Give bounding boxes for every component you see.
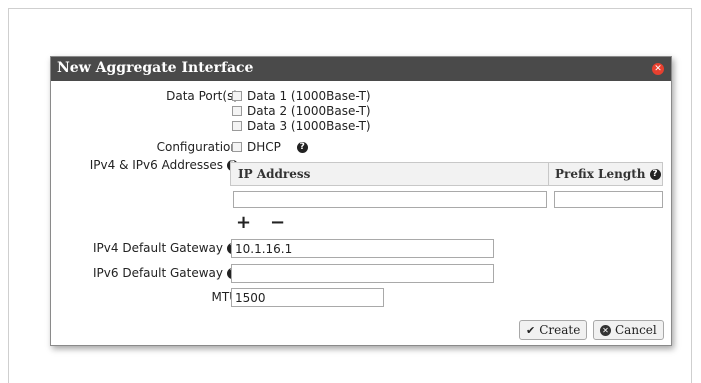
ipv6-gateway-label: IPv6 Default Gateway? bbox=[93, 266, 238, 280]
dhcp-option[interactable]: DHCP ? bbox=[232, 140, 308, 154]
close-icon[interactable]: ✕ bbox=[652, 63, 664, 75]
data-port-2-label: Data 2 (1000Base-T) bbox=[247, 104, 371, 118]
data-port-1-checkbox[interactable] bbox=[232, 91, 242, 101]
cancel-circle-icon: ✕ bbox=[600, 325, 611, 336]
ipv6-gateway-input[interactable] bbox=[231, 264, 494, 283]
data-port-3-label: Data 3 (1000Base-T) bbox=[247, 119, 371, 133]
ipv4-gateway-label: IPv4 Default Gateway? bbox=[93, 241, 238, 255]
ipv4-gateway-input[interactable] bbox=[231, 239, 494, 258]
dhcp-label: DHCP bbox=[247, 140, 281, 154]
cancel-button-label: Cancel bbox=[615, 323, 657, 337]
create-button-label: Create bbox=[539, 323, 581, 337]
prefix-length-header-text: Prefix Length bbox=[555, 167, 646, 181]
add-address-icon[interactable]: + bbox=[236, 214, 251, 232]
dhcp-help-icon[interactable]: ? bbox=[296, 142, 308, 153]
ipv6-gateway-label-text: IPv6 Default Gateway bbox=[93, 266, 223, 280]
new-aggregate-interface-dialog: New Aggregate Interface ✕ Data Port(s) D… bbox=[50, 56, 672, 346]
addresses-label-text: IPv4 & IPv6 Addresses bbox=[89, 158, 223, 172]
create-button[interactable]: ✔ Create bbox=[519, 320, 588, 340]
data-port-2[interactable]: Data 2 (1000Base-T) bbox=[232, 104, 371, 118]
column-divider bbox=[548, 163, 549, 185]
dialog-titlebar: New Aggregate Interface ✕ bbox=[51, 57, 671, 81]
configuration-label: Configuration bbox=[156, 140, 238, 154]
dhcp-checkbox[interactable] bbox=[232, 142, 242, 152]
data-port-2-checkbox[interactable] bbox=[232, 106, 242, 116]
data-ports-label: Data Port(s) bbox=[166, 89, 238, 103]
dialog-title: New Aggregate Interface bbox=[57, 60, 254, 76]
data-port-3[interactable]: Data 3 (1000Base-T) bbox=[232, 119, 371, 133]
data-port-1[interactable]: Data 1 (1000Base-T) bbox=[232, 89, 371, 103]
data-port-3-checkbox[interactable] bbox=[232, 121, 242, 131]
data-port-1-label: Data 1 (1000Base-T) bbox=[247, 89, 371, 103]
prefix-length-column-header: Prefix Length? bbox=[555, 167, 661, 181]
remove-address-icon[interactable]: − bbox=[270, 214, 285, 232]
check-icon: ✔ bbox=[526, 324, 536, 337]
ip-address-input[interactable] bbox=[233, 191, 547, 208]
addresses-label: IPv4 & IPv6 Addresses? bbox=[90, 158, 238, 172]
mtu-input[interactable] bbox=[231, 288, 384, 307]
ipv4-gateway-label-text: IPv4 Default Gateway bbox=[93, 241, 223, 255]
addresses-table-header: IP Address Prefix Length? bbox=[230, 162, 663, 186]
cancel-button[interactable]: ✕ Cancel bbox=[593, 320, 664, 340]
prefix-length-help-icon[interactable]: ? bbox=[649, 169, 661, 180]
ip-address-column-header: IP Address bbox=[238, 167, 311, 181]
prefix-length-input[interactable] bbox=[554, 191, 663, 208]
